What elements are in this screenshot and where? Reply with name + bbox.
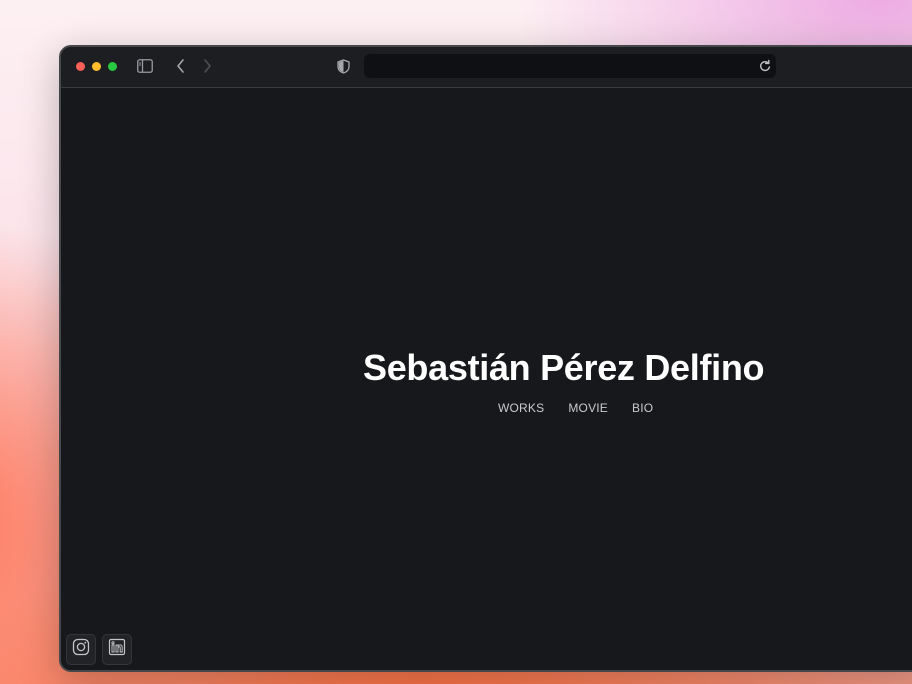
linkedin-link[interactable] bbox=[102, 634, 132, 665]
chevron-left-icon[interactable] bbox=[175, 58, 187, 79]
sidebar-icon[interactable] bbox=[137, 59, 153, 78]
minimize-window-button[interactable] bbox=[92, 62, 101, 71]
linkedin-icon bbox=[108, 638, 126, 661]
browser-window: Sebastián Pérez Delfino WORKS MOVIE BIO bbox=[59, 45, 912, 672]
browser-toolbar bbox=[61, 47, 912, 88]
reload-icon[interactable] bbox=[758, 59, 772, 78]
shield-icon[interactable] bbox=[337, 59, 350, 79]
address-bar[interactable] bbox=[364, 54, 776, 78]
chevron-right-icon[interactable] bbox=[201, 58, 213, 79]
site-title: Sebastián Pérez Delfino bbox=[363, 347, 765, 388]
instagram-link[interactable] bbox=[66, 634, 96, 665]
nav-link-bio[interactable]: BIO bbox=[632, 401, 653, 415]
main-nav: WORKS MOVIE BIO bbox=[498, 401, 653, 415]
web-page: Sebastián Pérez Delfino WORKS MOVIE BIO bbox=[61, 89, 912, 670]
nav-link-works[interactable]: WORKS bbox=[498, 401, 544, 415]
instagram-icon bbox=[72, 638, 90, 661]
close-window-button[interactable] bbox=[76, 62, 85, 71]
zoom-window-button[interactable] bbox=[108, 62, 117, 71]
nav-link-movie[interactable]: MOVIE bbox=[568, 401, 608, 415]
